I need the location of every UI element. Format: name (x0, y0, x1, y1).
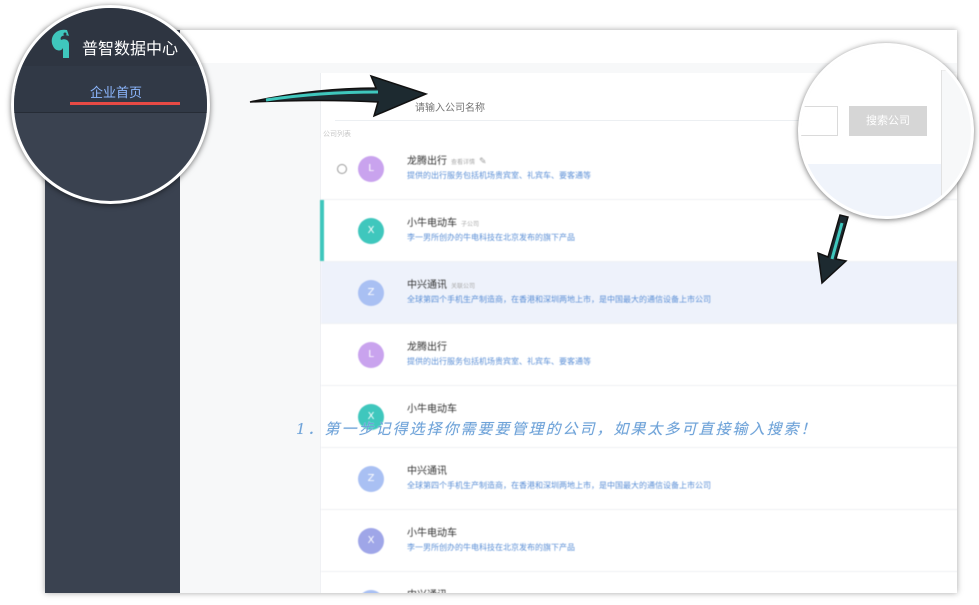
nav-item-label: 企业首页 (90, 86, 143, 101)
edit-icon[interactable]: ✎ (479, 157, 487, 167)
avatar: Z (358, 590, 384, 593)
sidebar-magnifier: 普智数据中心 企业首页 (11, 5, 210, 204)
logo-icon (51, 29, 69, 58)
company-name-text: 小牛电动车 (407, 218, 457, 229)
search-magnifier: 搜索公司 (798, 43, 974, 219)
avatar: L (358, 342, 384, 368)
logo-bar: 普智数据中心 (14, 8, 207, 66)
company-name-text: 龙腾出行 (407, 156, 447, 167)
company-row[interactable]: Z 中兴通讯 关联公司全球第四个手机生产制造商，在香港和深圳两地上市，是中国最大的通… (321, 262, 957, 324)
magnified-top-bar (801, 46, 971, 71)
company-name: 龙腾出行 (407, 338, 447, 353)
avatar: X (358, 218, 384, 244)
company-tag: 关联公司 (451, 283, 476, 290)
search-company-button[interactable]: 搜索公司 (849, 106, 927, 136)
magnified-search-input[interactable] (801, 106, 838, 136)
company-name: 龙腾出行 查看详情 ✎ (407, 152, 487, 167)
company-description: 提供的出行服务包括机场贵宾室、礼宾车、要客通等 (407, 357, 591, 366)
company-name: 小牛电动车 (407, 524, 457, 539)
company-description: 全球第四个手机生产制造商，在香港和深圳两地上市，是中国最大的通信设备上市公司 (407, 295, 711, 304)
magnified-row-highlight (801, 164, 941, 216)
avatar: X (358, 528, 384, 554)
company-name-text: 中兴通讯 (407, 466, 447, 477)
company-name-text: 龙腾出行 (407, 342, 447, 353)
nav-item-home[interactable]: 企业首页 (14, 66, 207, 113)
company-row[interactable]: X 小牛电动车李一男所创办的牛电科技在北京发布的旗下产品 (321, 510, 957, 572)
company-description: 提供的出行服务包括机场贵宾室、礼宾车、要客通等 (407, 171, 591, 180)
company-name: 中兴通讯 (407, 586, 447, 593)
company-description: 李一男所创办的牛电科技在北京发布的旗下产品 (407, 233, 575, 242)
company-tag: 子公司 (461, 221, 480, 228)
company-name: 小牛电动车 子公司 (407, 214, 479, 229)
nav-active-underline (70, 102, 180, 105)
avatar: Z (358, 280, 384, 306)
company-name-text: 小牛电动车 (407, 528, 457, 539)
company-name: 小牛电动车 (407, 400, 457, 415)
radio-icon[interactable] (337, 164, 347, 174)
magnified-divider (941, 70, 942, 216)
company-description: 全球第四个手机生产制造商，在香港和深圳两地上市，是中国最大的通信设备上市公司 (407, 481, 711, 490)
instruction-text: 1．第一步记得选择你需要要管理的公司，如果太多可直接输入搜索！ (296, 420, 818, 438)
company-name: 中兴通讯 关联公司 (407, 276, 475, 291)
company-description: 李一男所创办的牛电科技在北京发布的旗下产品 (407, 543, 575, 552)
arrow-to-button-icon (817, 214, 849, 285)
app-title: 普智数据中心 (82, 39, 179, 58)
company-name-text: 中兴通讯 (407, 590, 447, 593)
arrow-to-search-icon (249, 74, 429, 118)
company-name-text: 中兴通讯 (407, 280, 447, 291)
company-tag: 查看详情 (451, 159, 476, 166)
avatar: L (358, 156, 384, 182)
avatar: Z (358, 466, 384, 492)
company-row[interactable]: L 龙腾出行提供的出行服务包括机场贵宾室、礼宾车、要客通等 (321, 324, 957, 386)
company-name-text: 小牛电动车 (407, 404, 457, 415)
company-row[interactable]: Z 中兴通讯全球第四个手机生产制造商，在香港和深圳两地上市，是中国最大的通信设备上… (321, 448, 957, 510)
company-name: 中兴通讯 (407, 462, 447, 477)
company-row[interactable]: Z 中兴通讯 (321, 572, 957, 593)
